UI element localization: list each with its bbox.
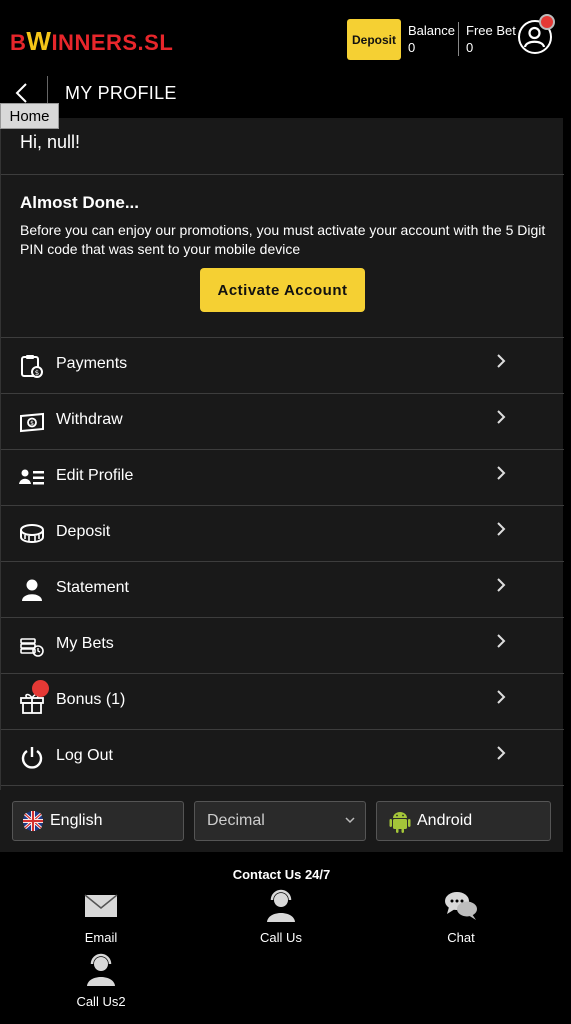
contact-email[interactable]: Email bbox=[61, 888, 141, 945]
odds-format-select[interactable]: Decimal bbox=[194, 801, 366, 841]
chevron-right-icon bbox=[496, 744, 506, 767]
user-icon bbox=[22, 579, 42, 601]
menu-item-label: Bonus (1) bbox=[56, 691, 126, 708]
divider bbox=[1, 174, 564, 175]
notification-dot bbox=[32, 680, 49, 697]
notification-dot bbox=[539, 14, 555, 30]
contact-heading: Contact Us 24/7 bbox=[232, 867, 331, 882]
android-app-button[interactable]: Android bbox=[376, 801, 551, 841]
deposit-button[interactable]: Deposit bbox=[347, 19, 401, 60]
top-bar: BWINNERS.SL Deposit Balance 0 Free Bet 0 bbox=[0, 0, 571, 76]
page-title: MY PROFILE bbox=[65, 83, 177, 103]
freebet-label: Free Bet bbox=[466, 23, 516, 38]
profile-panel: Hi, null! Almost Done... Before you can … bbox=[0, 118, 564, 852]
chat-icon bbox=[445, 892, 477, 920]
svg-text:$: $ bbox=[30, 420, 34, 427]
menu-item-my-bets[interactable]: My Bets bbox=[1, 617, 564, 673]
menu-item-label: Log Out bbox=[56, 747, 113, 764]
divider bbox=[458, 22, 459, 56]
greeting-text: Hi, null! bbox=[20, 132, 81, 152]
contact-label: Call Us2 bbox=[76, 994, 126, 1009]
menu-item-label: Statement bbox=[56, 579, 129, 596]
menu-item-bonus[interactable]: Bonus (1) bbox=[1, 673, 564, 729]
withdraw-icon: $ bbox=[20, 412, 44, 433]
contact-call-us-2[interactable]: Call Us2 bbox=[61, 952, 141, 1009]
chevron-left-icon bbox=[15, 83, 27, 103]
activate-account-button[interactable]: Activate Account bbox=[200, 268, 365, 312]
envelope-icon bbox=[84, 894, 118, 917]
menu-item-payments[interactable]: $ Payments bbox=[1, 337, 564, 393]
payments-icon: $ bbox=[21, 355, 43, 378]
contact-label: Chat bbox=[447, 930, 475, 945]
balance-display: Balance 0 bbox=[408, 22, 455, 56]
menu-item-label: My Bets bbox=[56, 635, 114, 652]
chevron-right-icon bbox=[496, 576, 506, 599]
freebet-display: Free Bet 0 bbox=[466, 22, 516, 56]
headset-icon bbox=[267, 889, 295, 922]
svg-text:$: $ bbox=[35, 369, 39, 377]
page-header: MY PROFILE bbox=[0, 76, 571, 118]
chevron-right-icon bbox=[496, 688, 506, 711]
settings-bar: English Decimal Android bbox=[0, 790, 563, 852]
android-icon bbox=[389, 812, 411, 833]
contact-chat[interactable]: Chat bbox=[421, 888, 501, 945]
deposit-icon bbox=[20, 524, 44, 544]
balance-value: 0 bbox=[408, 40, 416, 55]
uk-flag-icon bbox=[23, 811, 43, 831]
bets-icon bbox=[20, 638, 44, 657]
menu-item-deposit[interactable]: Deposit bbox=[1, 505, 564, 561]
activation-message: Before you can enjoy our promotions, you… bbox=[20, 222, 546, 257]
contact-label: Email bbox=[84, 930, 118, 945]
freebet-value: 0 bbox=[466, 40, 474, 55]
home-tooltip: Home bbox=[0, 103, 59, 129]
menu-item-label: Withdraw bbox=[56, 411, 123, 428]
contact-footer: Contact Us 24/7 Email Call Us Chat Call … bbox=[0, 852, 571, 1024]
menu-item-withdraw[interactable]: $ Withdraw bbox=[1, 393, 564, 449]
divider bbox=[1, 785, 564, 786]
balance-label: Balance bbox=[408, 23, 455, 38]
chevron-right-icon bbox=[496, 352, 506, 375]
chevron-down-icon bbox=[345, 813, 355, 827]
chevron-right-icon bbox=[496, 408, 506, 431]
menu-item-statement[interactable]: Statement bbox=[1, 561, 564, 617]
app-label: Android bbox=[417, 812, 473, 829]
contact-call-us[interactable]: Call Us bbox=[241, 888, 321, 945]
menu-item-label: Payments bbox=[56, 355, 128, 372]
activation-heading: Almost Done... bbox=[20, 193, 140, 212]
menu-item-log-out[interactable]: Log Out bbox=[1, 729, 564, 785]
chevron-right-icon bbox=[496, 520, 506, 543]
language-value: English bbox=[50, 812, 103, 829]
menu-item-label: Deposit bbox=[56, 523, 111, 540]
chevron-right-icon bbox=[496, 632, 506, 655]
chevron-right-icon bbox=[496, 464, 506, 487]
odds-format-value: Decimal bbox=[207, 812, 265, 829]
language-selector[interactable]: English bbox=[12, 801, 184, 841]
edit-profile-icon bbox=[19, 469, 44, 485]
power-icon bbox=[21, 747, 43, 769]
contact-label: Call Us bbox=[260, 930, 302, 945]
menu-item-edit-profile[interactable]: Edit Profile bbox=[1, 449, 564, 505]
menu-item-label: Edit Profile bbox=[56, 467, 134, 484]
brand-logo[interactable]: BWINNERS.SL bbox=[10, 26, 173, 57]
headset-icon bbox=[87, 953, 115, 986]
